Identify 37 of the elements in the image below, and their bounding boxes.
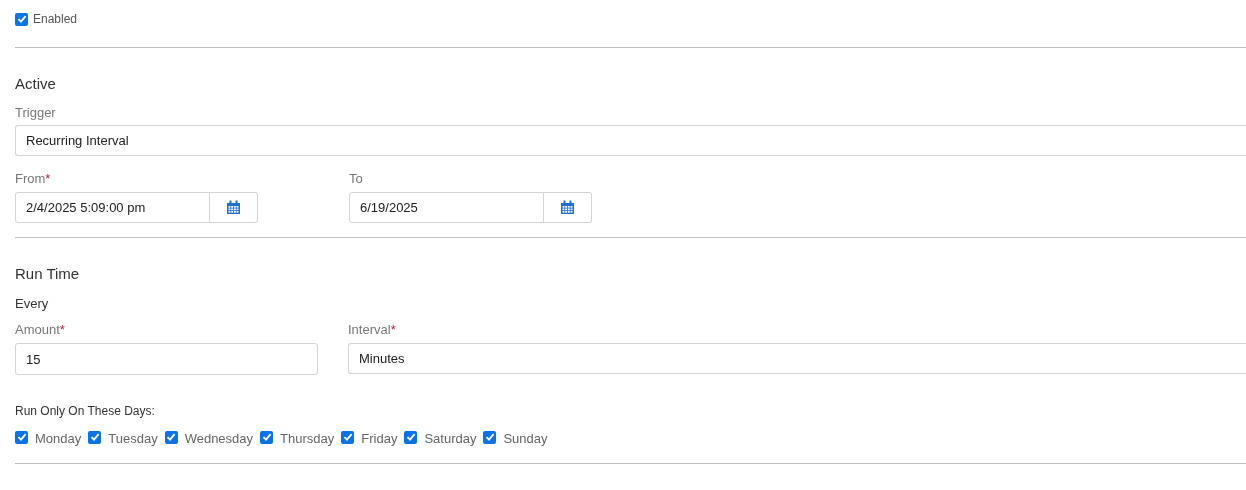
- checkbox-label[interactable]: Sunday: [503, 428, 548, 449]
- calendar-button[interactable]: [544, 192, 592, 223]
- checkbox-label[interactable]: Monday: [35, 428, 82, 449]
- required-mark: *: [59, 323, 65, 336]
- checkbox-label[interactable]: Wednesday: [184, 428, 254, 449]
- calendar-icon: [226, 200, 241, 215]
- checkbox[interactable]: [88, 430, 102, 444]
- checkbox[interactable]: [164, 430, 178, 444]
- checkbox[interactable]: [341, 430, 355, 444]
- checkbox-label[interactable]: Saturday: [424, 428, 477, 449]
- checkbox-label[interactable]: Friday: [361, 428, 398, 449]
- checkbox[interactable]: [404, 430, 418, 444]
- select-field[interactable]: Minutes: [348, 343, 1246, 374]
- date-field[interactable]: 2/4/2025 5:09:00 pm: [15, 192, 210, 223]
- required-mark: *: [45, 172, 51, 185]
- field-label: Trigger: [15, 106, 56, 119]
- field-label: From: [15, 172, 46, 185]
- required-mark: *: [390, 323, 396, 336]
- checkbox[interactable]: [15, 430, 28, 444]
- date-field[interactable]: 6/19/2025: [349, 192, 544, 223]
- section-heading: Active: [15, 75, 57, 93]
- field-label: Interval: [348, 323, 391, 336]
- section-heading: Run Time: [15, 265, 81, 283]
- subheading: Every: [15, 297, 50, 311]
- checkbox-label[interactable]: Thursday: [280, 428, 335, 449]
- field-label: Run Only On These Days:: [15, 404, 156, 418]
- checkbox[interactable]: [15, 12, 28, 26]
- checkbox[interactable]: [483, 430, 497, 444]
- checkbox-label[interactable]: Enabled: [33, 10, 78, 28]
- field-label: Amount: [15, 323, 60, 336]
- checkbox[interactable]: [260, 430, 274, 444]
- calendar-icon: [560, 200, 575, 215]
- select-field[interactable]: Recurring Interval: [15, 125, 1246, 156]
- checkbox-label[interactable]: Tuesday: [108, 428, 158, 449]
- calendar-button[interactable]: [210, 192, 258, 223]
- input-field[interactable]: 15: [15, 343, 318, 375]
- field-label: To: [349, 172, 363, 185]
